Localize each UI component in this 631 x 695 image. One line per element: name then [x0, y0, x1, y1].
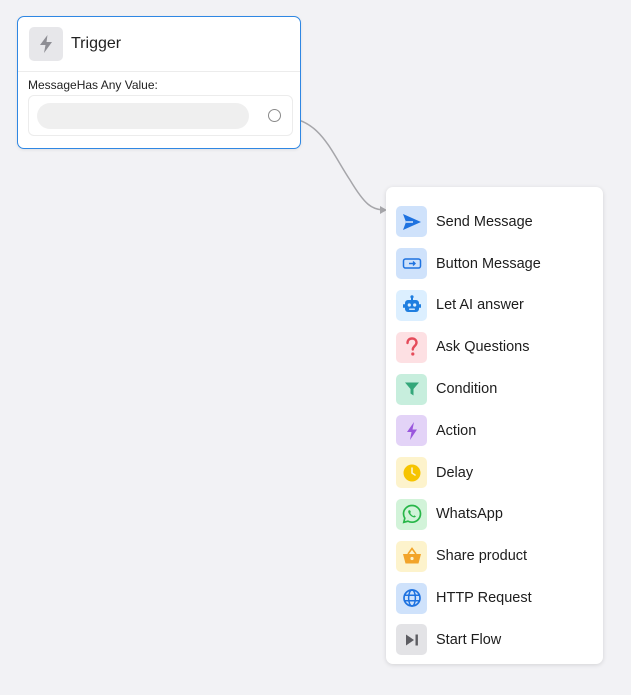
menu-item-delay[interactable]: Delay — [386, 452, 603, 494]
menu-item-share-product[interactable]: Share product — [386, 535, 603, 577]
output-handle[interactable] — [268, 109, 281, 122]
menu-item-button-message[interactable]: Button Message — [386, 243, 603, 285]
menu-item-label: WhatsApp — [436, 506, 503, 523]
menu-item-send-message[interactable]: Send Message — [386, 201, 603, 243]
menu-item-label: Delay — [436, 464, 474, 481]
menu-item-http-request[interactable]: HTTP Request — [386, 577, 603, 619]
skip-icon — [396, 624, 427, 656]
menu-item-label: Start Flow — [436, 631, 502, 648]
filter-icon — [396, 373, 427, 405]
menu-item-condition[interactable]: Condition — [386, 368, 603, 410]
menu-item-whatsapp[interactable]: WhatsApp — [386, 494, 603, 536]
trigger-value-pill[interactable] — [37, 103, 249, 129]
question-icon — [396, 331, 427, 363]
menu-item-label: Button Message — [436, 255, 541, 272]
menu-item-label: HTTP Request — [436, 590, 532, 607]
menu-item-label: Share product — [436, 548, 528, 565]
menu-item-label: Let AI answer — [436, 297, 524, 314]
whatsapp-icon — [396, 498, 427, 530]
send-icon — [396, 206, 427, 238]
trigger-condition-label: MessageHas Any Value: — [28, 78, 158, 92]
menu-item-label: Ask Questions — [436, 339, 530, 356]
menu-item-let-ai-answer[interactable]: Let AI answer — [386, 285, 603, 327]
globe-icon — [396, 582, 427, 614]
trigger-condition-row[interactable] — [28, 95, 293, 136]
menu-item-action[interactable]: Action — [386, 410, 603, 452]
menu-item-label: Condition — [436, 381, 498, 398]
clock-icon — [396, 457, 427, 489]
menu-item-ask-questions[interactable]: Ask Questions — [386, 326, 603, 368]
menu-item-start-flow[interactable]: Start Flow — [386, 619, 603, 661]
basket-icon — [396, 540, 427, 572]
trigger-header: Trigger — [18, 17, 300, 72]
menu-item-label: Send Message — [436, 213, 533, 230]
robot-icon — [396, 289, 427, 321]
trigger-node[interactable]: Trigger MessageHas Any Value: — [17, 16, 301, 149]
menu-item-label: Action — [436, 422, 477, 439]
bolt-icon — [396, 415, 427, 447]
bolt-icon — [29, 27, 63, 61]
button-icon — [396, 248, 427, 280]
flow-canvas[interactable]: Trigger MessageHas Any Value: Send Messa… — [0, 0, 631, 695]
node-type-menu: Send Message Button Message Let AI answe… — [386, 187, 603, 664]
trigger-title: Trigger — [71, 35, 122, 52]
